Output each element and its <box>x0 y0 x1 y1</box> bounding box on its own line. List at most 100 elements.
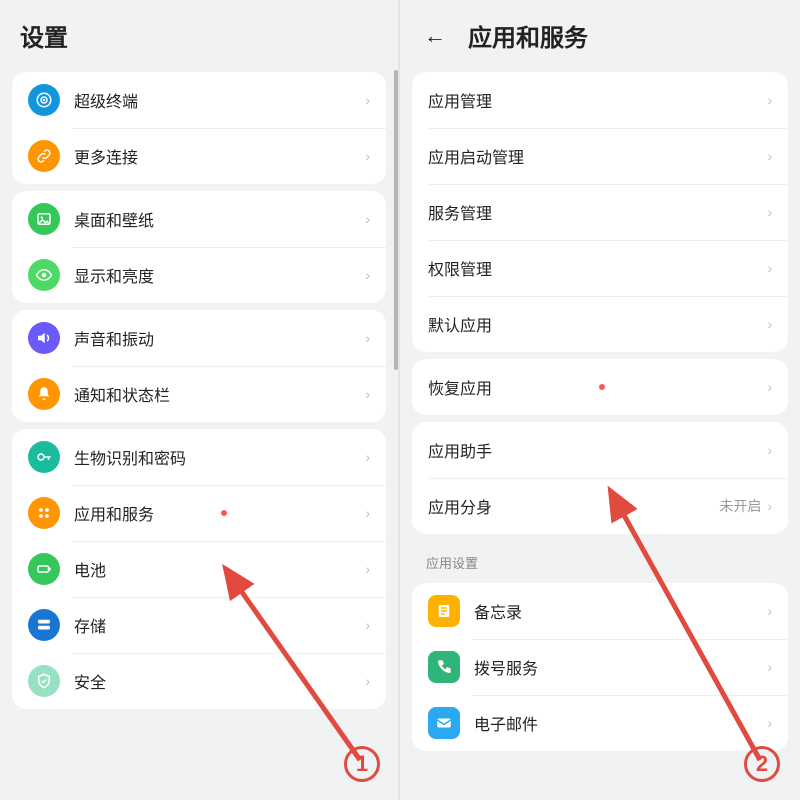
settings-header: 设置 <box>0 0 398 65</box>
apps-item-value: 未开启 <box>719 496 761 516</box>
apps-item-restore-app[interactable]: 恢复应用 › <box>412 359 788 415</box>
page-title: 设置 <box>20 18 68 53</box>
chevron-right-icon: › <box>365 673 370 689</box>
speaker-icon <box>28 322 60 354</box>
chevron-right-icon: › <box>365 148 370 164</box>
settings-item-storage[interactable]: 存储 › <box>12 597 386 653</box>
settings-item-display[interactable]: 显示和亮度 › <box>12 247 386 303</box>
settings-group: 桌面和壁纸 › 显示和亮度 › <box>12 191 386 303</box>
chevron-right-icon: › <box>365 330 370 346</box>
chevron-right-icon: › <box>767 498 772 514</box>
settings-item-label: 超级终端 <box>74 88 220 112</box>
settings-item-label: 通知和状态栏 <box>74 382 220 406</box>
settings-item-label: 生物识别和密码 <box>74 445 220 469</box>
chevron-right-icon: › <box>767 715 772 731</box>
chevron-right-icon: › <box>365 211 370 227</box>
settings-panel: 设置 超级终端›更多连接›桌面和壁纸›显示和亮度›声音和振动›通知和状态栏›生物… <box>0 0 400 800</box>
scrollbar[interactable] <box>394 70 398 370</box>
app-item-label: 拨号服务 <box>474 655 621 679</box>
mail-icon <box>428 707 460 739</box>
apps-services-panel: ← 应用和服务 应用管理 › 应用启动管理 › 服务管理 › 权限管理 › 默认应用 › 恢复应用 ›… <box>400 0 800 800</box>
apps-item-app-launch[interactable]: 应用启动管理 › <box>412 128 788 184</box>
apps-item-label: 服务管理 <box>428 200 598 224</box>
settings-item-label: 安全 <box>74 669 220 693</box>
chevron-right-icon: › <box>767 379 772 395</box>
eye-icon <box>28 259 60 291</box>
chevron-right-icon: › <box>365 267 370 283</box>
bell-icon <box>28 378 60 410</box>
app-settings-card: 备忘录 › 拨号服务 › 电子邮件 › <box>412 583 788 751</box>
apps-group: 应用助手 › 应用分身 未开启 › <box>412 422 788 534</box>
chevron-right-icon: › <box>767 92 772 108</box>
chevron-right-icon: › <box>365 92 370 108</box>
notification-dot <box>599 384 605 390</box>
app-item-memo[interactable]: 备忘录 › <box>412 583 788 639</box>
settings-item-super-terminal[interactable]: 超级终端 › <box>12 72 386 128</box>
settings-item-label: 电池 <box>74 557 220 581</box>
chevron-right-icon: › <box>365 386 370 402</box>
apps-item-label: 默认应用 <box>428 312 598 336</box>
settings-item-label: 更多连接 <box>74 144 220 168</box>
chevron-right-icon: › <box>767 442 772 458</box>
apps-item-label: 应用管理 <box>428 88 598 112</box>
back-icon[interactable]: ← <box>420 21 450 51</box>
settings-item-battery[interactable]: 电池 › <box>12 541 386 597</box>
chevron-right-icon: › <box>767 659 772 675</box>
chevron-right-icon: › <box>767 260 772 276</box>
image-icon <box>28 203 60 235</box>
phone-icon <box>428 651 460 683</box>
apps-item-label: 应用分身 <box>428 494 574 518</box>
apps-item-default-app[interactable]: 默认应用 › <box>412 296 788 352</box>
app-item-label: 电子邮件 <box>474 711 621 735</box>
apps-item-perm-manage[interactable]: 权限管理 › <box>412 240 788 296</box>
chevron-right-icon: › <box>365 449 370 465</box>
apps-header: ← 应用和服务 <box>400 0 800 65</box>
app-item-dialer[interactable]: 拨号服务 › <box>412 639 788 695</box>
apps-item-app-twin[interactable]: 应用分身 未开启 › <box>412 478 788 534</box>
notification-dot <box>221 510 227 516</box>
app-item-email[interactable]: 电子邮件 › <box>412 695 788 751</box>
chevron-right-icon: › <box>767 148 772 164</box>
chevron-right-icon: › <box>767 316 772 332</box>
apps-icon <box>28 497 60 529</box>
shield-icon <box>28 665 60 697</box>
settings-item-label: 桌面和壁纸 <box>74 207 220 231</box>
battery-icon <box>28 553 60 585</box>
apps-item-label: 权限管理 <box>428 256 598 280</box>
chevron-right-icon: › <box>365 561 370 577</box>
chevron-right-icon: › <box>767 603 772 619</box>
settings-group: 生物识别和密码 › 应用和服务 › 电池 › 存储 › 安全 › <box>12 429 386 709</box>
target-icon <box>28 84 60 116</box>
apps-item-app-assist[interactable]: 应用助手 › <box>412 422 788 478</box>
settings-item-more-connect[interactable]: 更多连接 › <box>12 128 386 184</box>
settings-item-wallpaper[interactable]: 桌面和壁纸 › <box>12 191 386 247</box>
app-item-label: 备忘录 <box>474 599 621 623</box>
settings-item-label: 显示和亮度 <box>74 263 220 287</box>
settings-item-biometrics[interactable]: 生物识别和密码 › <box>12 429 386 485</box>
apps-group: 应用管理 › 应用启动管理 › 服务管理 › 权限管理 › 默认应用 › <box>412 72 788 352</box>
storage-icon <box>28 609 60 641</box>
apps-section-label: 应用设置 <box>400 541 800 576</box>
apps-item-label: 应用助手 <box>428 438 598 462</box>
apps-group: 恢复应用 › <box>412 359 788 415</box>
settings-group: 声音和振动 › 通知和状态栏 › <box>12 310 386 422</box>
settings-item-notify[interactable]: 通知和状态栏 › <box>12 366 386 422</box>
settings-item-sound[interactable]: 声音和振动 › <box>12 310 386 366</box>
apps-item-label: 应用启动管理 <box>428 144 598 168</box>
chevron-right-icon: › <box>365 505 370 521</box>
chevron-right-icon: › <box>767 204 772 220</box>
settings-group: 超级终端 › 更多连接 › <box>12 72 386 184</box>
settings-item-label: 存储 <box>74 613 220 637</box>
settings-item-label: 应用和服务 <box>74 501 213 525</box>
settings-item-label: 声音和振动 <box>74 326 220 350</box>
apps-item-svc-manage[interactable]: 服务管理 › <box>412 184 788 240</box>
apps-item-app-manage[interactable]: 应用管理 › <box>412 72 788 128</box>
link-icon <box>28 140 60 172</box>
key-icon <box>28 441 60 473</box>
page-title: 应用和服务 <box>468 18 588 53</box>
apps-item-label: 恢复应用 <box>428 375 591 399</box>
note-icon <box>428 595 460 627</box>
settings-item-security[interactable]: 安全 › <box>12 653 386 709</box>
settings-item-apps-svc[interactable]: 应用和服务 › <box>12 485 386 541</box>
chevron-right-icon: › <box>365 617 370 633</box>
